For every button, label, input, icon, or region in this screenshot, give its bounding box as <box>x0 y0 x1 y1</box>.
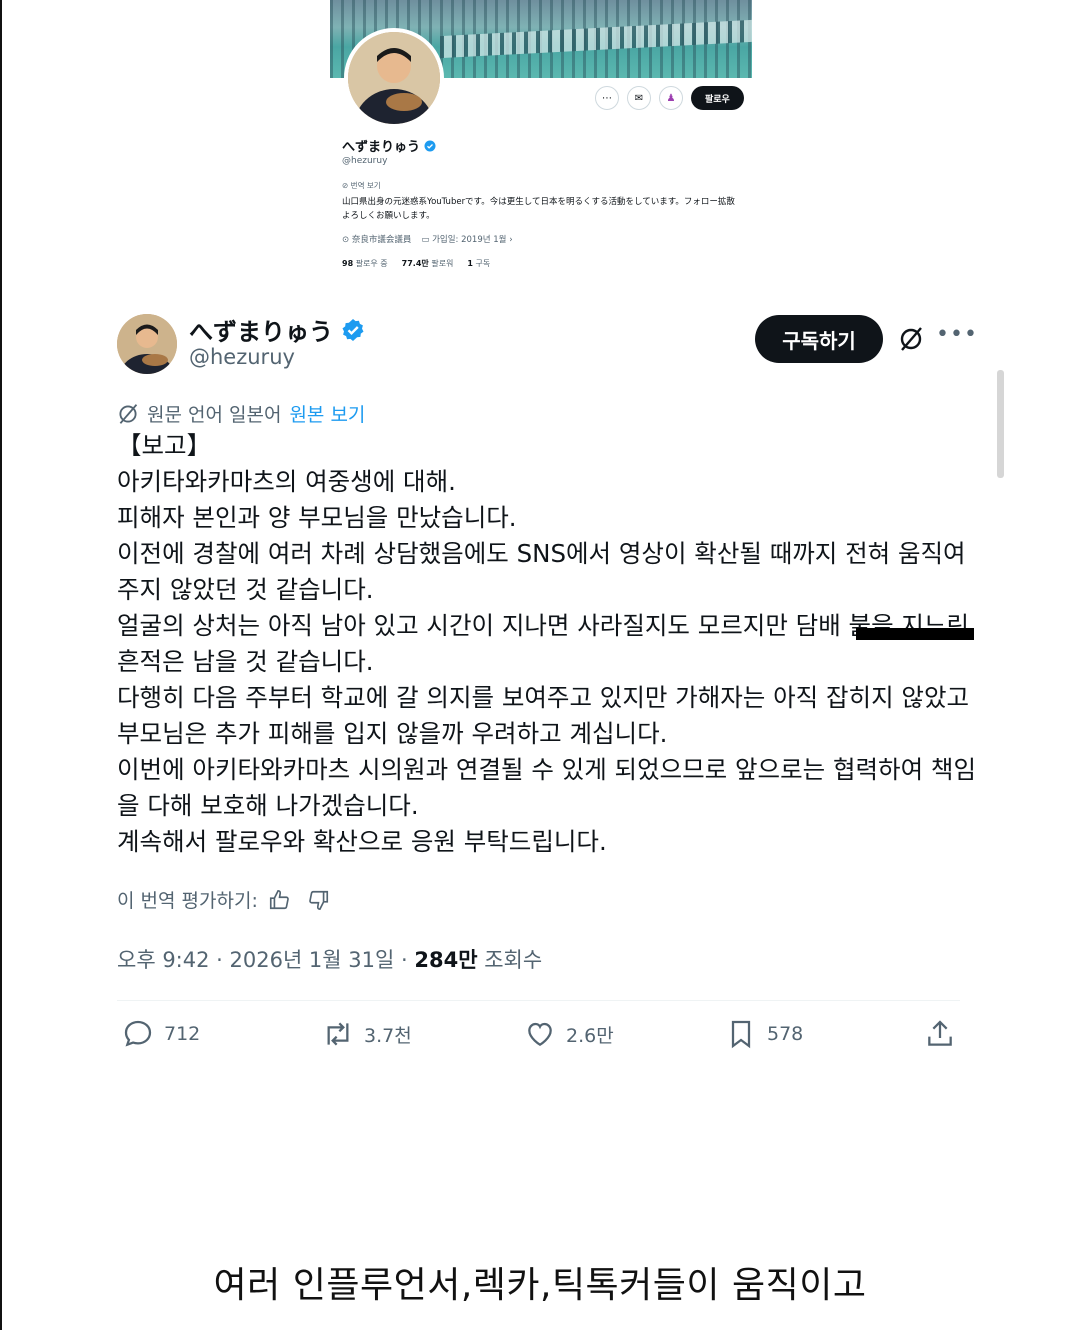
bookmark-icon <box>731 1020 751 1049</box>
calendar-icon: ▭ <box>421 235 430 245</box>
joined-date: ▭ 가입일: 2019년 1월 › <box>421 235 513 245</box>
more-icon[interactable]: ⋯ <box>595 86 619 110</box>
profile-bio: 山口県出身の元迷惑系YouTuberです。今は更生して日本を明るくする活動をして… <box>342 197 735 221</box>
profile-screenshot: ⋯ ✉ ♟ 팔로우 へずまりゅう @hezuruy ⊘ 번역 보기 山口県出身の… <box>330 0 752 285</box>
following-stat[interactable]: 98 팔로우 중 <box>342 258 388 269</box>
share-icon <box>928 1020 952 1046</box>
show-original-link[interactable]: 원본 보기 <box>289 400 365 427</box>
tweet-line: 얼굴의 상처는 아직 남아 있고 시간이 지나면 사라질지도 모르지만 담배 불… <box>117 611 970 676</box>
tweet-line: 이번에 아키타와카마츠 시의원과 연결될 수 있게 되었으므로 앞으로는 협력하… <box>117 755 976 820</box>
verified-icon <box>424 140 436 151</box>
author-avatar[interactable] <box>117 314 177 374</box>
grok-icon <box>119 403 138 424</box>
notify-icon[interactable]: ♟ <box>659 86 683 110</box>
subscriptions-stat[interactable]: 1 구독 <box>467 258 490 269</box>
more-icon[interactable]: ••• <box>936 322 978 347</box>
tweet-text: 【보고】 아키타와카마츠의 여중생에 대해. 피해자 본인과 양 부모님을 만났… <box>117 428 977 860</box>
profile-meta: ⊙ 奈良市議会議員 ▭ 가입일: 2019년 1월 › <box>342 233 513 245</box>
followers-stat[interactable]: 77.4만 팔로워 <box>402 258 454 269</box>
verified-icon <box>342 318 364 341</box>
subscribe-button[interactable]: 구독하기 <box>755 315 883 363</box>
thumbs-down-icon[interactable] <box>308 889 330 911</box>
author-name[interactable]: へずまりゅう <box>189 312 365 347</box>
video-caption: 여러 인플루언서,렉카,틱톡커들이 움직이고 <box>213 1265 867 1306</box>
avatar[interactable] <box>344 28 444 128</box>
profile-name: へずまりゅう <box>342 136 436 155</box>
bookmark-button[interactable]: 578 <box>725 1018 803 1050</box>
reply-icon <box>124 1020 152 1047</box>
tweet-line: 계속해서 팔로우와 확산으로 응원 부탁드립니다. <box>117 827 607 856</box>
follow-button[interactable]: 팔로우 <box>691 86 744 110</box>
reply-button[interactable]: 712 <box>122 1018 200 1050</box>
thumbs-up-icon[interactable] <box>268 889 290 911</box>
profile-handle: @hezuruy <box>342 156 388 166</box>
tweet-line: 다행히 다음 주부터 학교에 갈 의지를 보여주고 있지만 가해자는 아직 잡히… <box>117 683 970 748</box>
divider <box>117 1000 960 1001</box>
tweet-line: 【보고】 <box>117 431 212 460</box>
views-count: 284만 <box>414 948 478 972</box>
translate-bio-link[interactable]: ⊘ 번역 보기 <box>342 180 381 191</box>
like-icon <box>528 1022 552 1046</box>
tweet-line: 피해자 본인과 양 부모님을 만났습니다. <box>117 503 517 532</box>
repost-icon <box>327 1022 349 1046</box>
tweet-line: 아키타와카마츠의 여중생에 대해. <box>117 467 456 496</box>
rate-translation: 이 번역 평가하기: <box>117 886 330 913</box>
share-button[interactable] <box>924 1018 956 1050</box>
location-icon: ⊙ <box>342 235 350 245</box>
tweet-timestamp: 오후 9:42 · 2026년 1월 31일 · 284만 조회수 <box>117 948 543 972</box>
translation-notice: 원문 언어 일본어 원본 보기 <box>117 400 365 427</box>
left-border <box>0 0 2 1330</box>
location: ⊙ 奈良市議会議員 <box>342 235 412 245</box>
author-handle[interactable]: @hezuruy <box>189 345 295 369</box>
mail-icon[interactable]: ✉ <box>627 86 651 110</box>
tweet-line: 이전에 경찰에 여러 차례 상담했음에도 SNS에서 영상이 확산될 때까지 전… <box>117 539 966 604</box>
like-button[interactable]: 2.6만 <box>524 1018 614 1050</box>
grok-icon[interactable] <box>898 326 924 352</box>
scrollbar[interactable] <box>997 370 1004 478</box>
redaction-bar <box>856 628 974 640</box>
action-bar: 712 3.7천 2.6만 578 <box>117 1018 960 1058</box>
profile-stats: 98 팔로우 중 77.4만 팔로워 1 구독 <box>342 258 490 269</box>
repost-button[interactable]: 3.7천 <box>322 1018 412 1050</box>
